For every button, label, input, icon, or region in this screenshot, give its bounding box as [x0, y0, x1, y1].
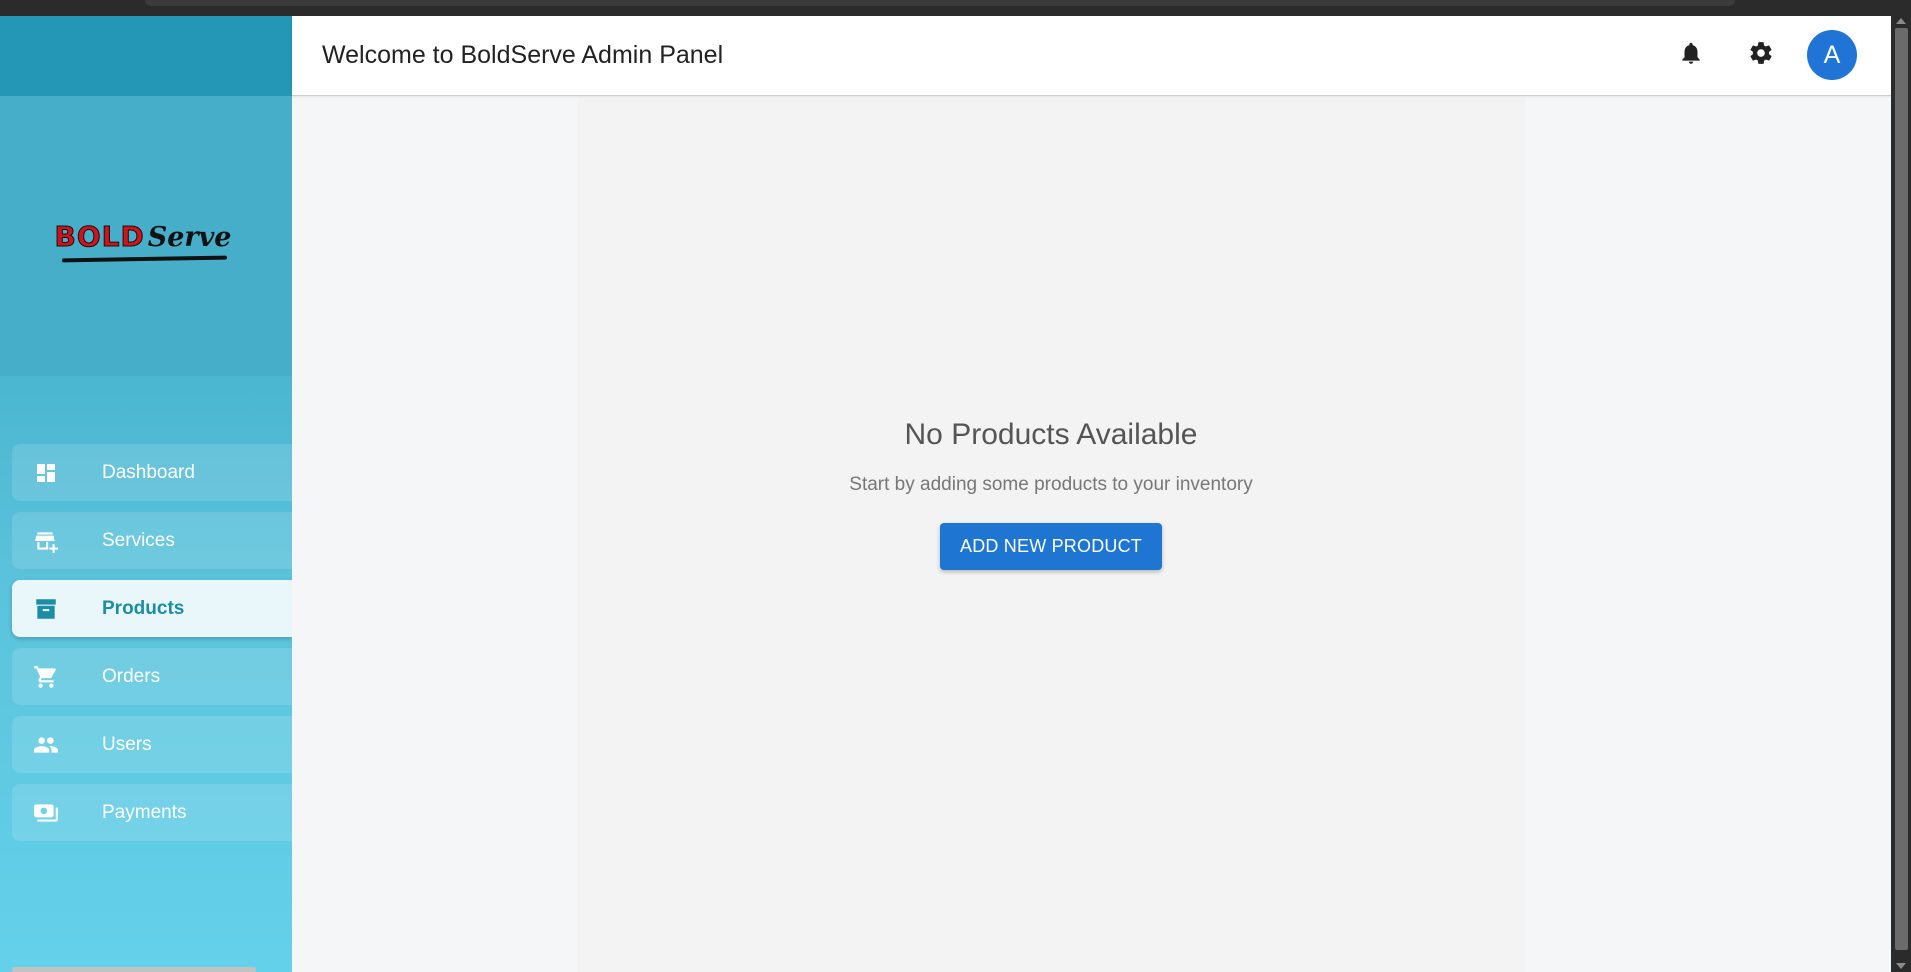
logo-area: BOLD Serve	[0, 96, 292, 376]
sidebar-item-label: Services	[102, 529, 175, 551]
sidebar-item-products[interactable]: Products	[12, 580, 292, 637]
avatar[interactable]: A	[1807, 30, 1857, 80]
bell-icon	[1678, 40, 1704, 71]
empty-state-heading: No Products Available	[904, 418, 1198, 451]
sidebar-item-label: Products	[102, 597, 185, 619]
archive-box-icon	[33, 596, 59, 622]
sidebar-item-orders[interactable]: Orders	[12, 648, 292, 705]
sidebar-item-dashboard[interactable]: Dashboard	[12, 444, 292, 501]
scroll-up-arrow-icon[interactable]	[1896, 18, 1906, 24]
sidebar-item-payments[interactable]: Payments	[12, 784, 292, 841]
settings-button[interactable]	[1737, 31, 1785, 79]
products-panel: No Products Available Start by adding so…	[577, 98, 1525, 972]
sidebar-item-label: Dashboard	[102, 461, 195, 483]
header-actions: A	[1645, 30, 1857, 80]
browser-address-bar-edge	[145, 0, 1735, 6]
scrollbar-thumb[interactable]	[1895, 28, 1908, 950]
main-area: Welcome to BoldServe Admin Panel A No Pr…	[292, 16, 1891, 972]
scroll-down-arrow-icon[interactable]	[1896, 963, 1906, 969]
app-root: BOLD Serve Dashboard Services Products O…	[0, 16, 1891, 972]
logo-underline	[62, 255, 228, 262]
logo-bold-text: BOLD	[54, 219, 145, 253]
sidebar: BOLD Serve Dashboard Services Products O…	[0, 16, 292, 972]
store-add-icon	[33, 528, 59, 554]
people-icon	[33, 732, 59, 758]
browser-top-strip	[0, 0, 1911, 16]
dashboard-icon	[33, 460, 59, 486]
sidebar-item-label: Users	[102, 733, 152, 755]
sidebar-top-band	[0, 16, 292, 96]
gear-icon	[1748, 40, 1774, 71]
sidebar-item-label: Payments	[102, 801, 187, 823]
page-vertical-scrollbar[interactable]	[1891, 16, 1911, 972]
page-title: Welcome to BoldServe Admin Panel	[322, 41, 724, 69]
empty-state-subtext: Start by adding some products to your in…	[849, 474, 1253, 495]
sidebar-horizontal-scrollbar[interactable]	[12, 967, 256, 972]
cart-icon	[33, 664, 59, 690]
logo-serve-text: Serve	[147, 221, 232, 253]
empty-state: No Products Available Start by adding so…	[577, 418, 1525, 570]
notifications-button[interactable]	[1667, 31, 1715, 79]
sidebar-nav: Dashboard Services Products Orders Users…	[0, 376, 292, 841]
top-header: Welcome to BoldServe Admin Panel A	[292, 16, 1891, 96]
boldserve-logo[interactable]: BOLD Serve	[54, 219, 232, 262]
add-new-product-button[interactable]: ADD NEW PRODUCT	[940, 523, 1162, 570]
sidebar-item-users[interactable]: Users	[12, 716, 292, 773]
sidebar-item-label: Orders	[102, 665, 161, 687]
payments-icon	[33, 800, 59, 826]
sidebar-item-services[interactable]: Services	[12, 512, 292, 569]
